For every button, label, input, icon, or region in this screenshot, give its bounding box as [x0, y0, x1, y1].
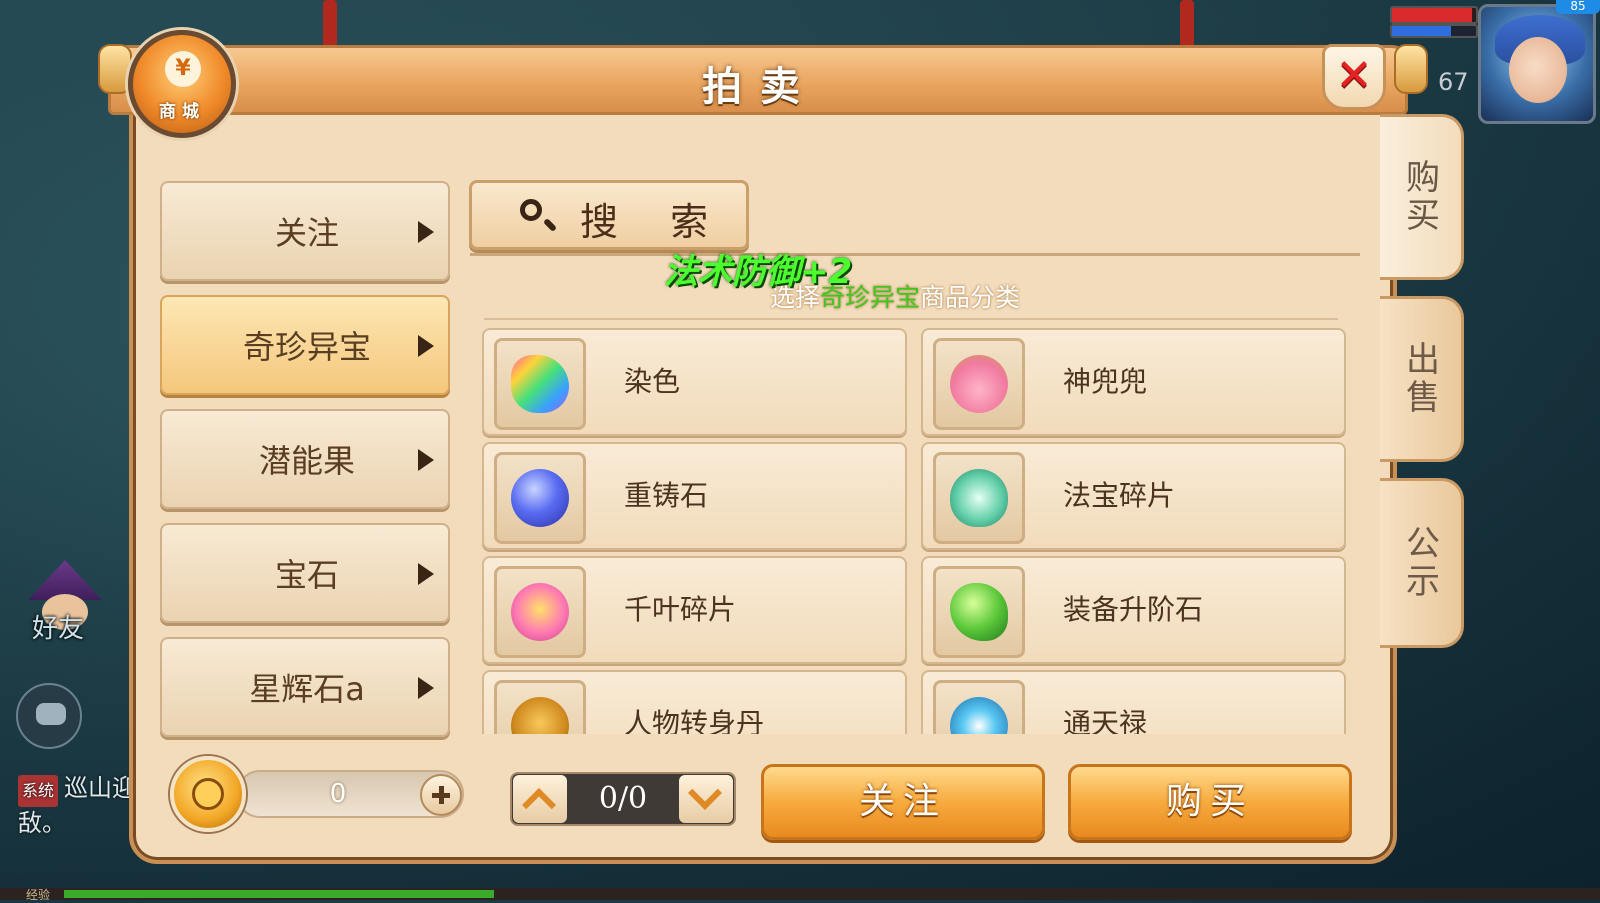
- system-message: 系统 巡山迎敌。: [18, 772, 138, 839]
- item-grid[interactable]: 染色 神兜兜 重铸石 法宝碎片 千叶碎片 装备升阶石 人物转身丹 通天禄: [480, 326, 1350, 734]
- bagua-icon: [950, 697, 1008, 734]
- player-level: 67: [1438, 68, 1469, 96]
- category-treasures[interactable]: 奇珍异宝: [160, 295, 450, 395]
- arrow-right-icon: [418, 335, 434, 357]
- background-pillar: [1180, 0, 1194, 48]
- item-name: 通天禄: [1063, 707, 1148, 734]
- friend-label: 好友: [32, 614, 85, 644]
- category-follow[interactable]: 关注: [160, 181, 450, 281]
- item-name: 法宝碎片: [1063, 479, 1176, 512]
- item-name: 人物转身丹: [624, 707, 765, 734]
- category-label: 潜能果: [258, 442, 355, 480]
- item-icon-frame: [494, 680, 586, 734]
- background-pillar: [323, 0, 337, 48]
- item-name: 装备升阶石: [1063, 593, 1204, 626]
- category-gems[interactable]: 宝石: [160, 523, 450, 623]
- item-name: 染色: [624, 365, 681, 398]
- follow-button[interactable]: 关注: [761, 764, 1045, 840]
- page-stepper: 0/0: [510, 772, 736, 826]
- buy-button[interactable]: 购买: [1068, 764, 1352, 840]
- title-ornament-left: [98, 44, 132, 94]
- item-name: 重铸石: [624, 479, 709, 512]
- search-icon: [520, 199, 542, 221]
- item-icon-frame: [933, 338, 1025, 430]
- item-upgrade-stone[interactable]: 装备升阶石: [921, 556, 1346, 664]
- top-badge: 85: [1556, 0, 1600, 14]
- buy-button-label: 购买: [1165, 781, 1254, 822]
- item-tongtian-lu[interactable]: 通天禄: [921, 670, 1346, 734]
- green-gem-icon: [950, 583, 1008, 641]
- chat-icon[interactable]: [16, 683, 82, 749]
- tab-buy-label: 购买: [1399, 159, 1440, 235]
- shop-label: 商城: [159, 102, 205, 122]
- category-potential-fruit[interactable]: 潜能果: [160, 409, 450, 509]
- exp-fill: [64, 890, 495, 898]
- item-name: 千叶碎片: [624, 593, 737, 626]
- category-label: 星辉石a: [249, 670, 365, 708]
- shop-button[interactable]: ¥ 商城: [128, 30, 236, 138]
- item-pig-doll[interactable]: 神兜兜: [921, 328, 1346, 436]
- dye-gem-icon: [511, 355, 569, 413]
- divider: [470, 253, 1360, 256]
- item-treasure-shard[interactable]: 法宝碎片: [921, 442, 1346, 550]
- hp-fill: [1392, 8, 1472, 22]
- mp-fill: [1392, 26, 1451, 36]
- item-icon-frame: [933, 566, 1025, 658]
- item-dye[interactable]: 染色: [482, 328, 907, 436]
- golden-pine-icon: [511, 697, 569, 734]
- category-starstone[interactable]: 星辉石a: [160, 637, 450, 737]
- arrow-right-icon: [418, 221, 434, 243]
- exp-label: 经验: [26, 888, 51, 902]
- category-label: 关注: [274, 214, 339, 252]
- item-icon-frame: [494, 452, 586, 544]
- floating-buff-text: 法术防御+2: [664, 252, 853, 292]
- item-icon-frame: [494, 338, 586, 430]
- category-label: 宝石: [274, 556, 339, 594]
- exp-bar: [0, 888, 1600, 900]
- system-tag: 系统: [18, 775, 59, 807]
- page-up-button[interactable]: [513, 775, 567, 823]
- pig-doll-icon: [950, 355, 1008, 413]
- arrow-right-icon: [418, 449, 434, 471]
- divider: [484, 318, 1338, 320]
- hint-suffix: 商品分类: [920, 283, 1021, 312]
- page-indicator: 0/0: [598, 781, 648, 816]
- item-recast-stone[interactable]: 重铸石: [482, 442, 907, 550]
- friend-button[interactable]: 好友: [20, 560, 110, 650]
- arrow-right-icon: [418, 677, 434, 699]
- follow-button-label: 关注: [858, 781, 947, 822]
- search-label: 搜 索: [580, 200, 729, 244]
- search-button[interactable]: 搜 索: [469, 180, 749, 250]
- tab-notice[interactable]: 公示: [1380, 478, 1464, 648]
- tab-notice-label: 公示: [1399, 525, 1440, 601]
- money-bag-icon: ¥: [165, 51, 201, 87]
- portrait-face: [1509, 37, 1567, 103]
- blue-orb-icon: [511, 469, 569, 527]
- coin-face-icon: [192, 778, 224, 810]
- close-icon: ✕: [1335, 50, 1373, 101]
- item-thousand-leaf-shard[interactable]: 千叶碎片: [482, 556, 907, 664]
- mp-bar: [1390, 24, 1478, 38]
- hp-bar: [1390, 6, 1478, 24]
- close-button[interactable]: ✕: [1322, 44, 1386, 110]
- item-name: 神兜兜: [1063, 365, 1148, 398]
- category-label: 奇珍异宝: [242, 328, 371, 366]
- money-value: 0: [329, 779, 347, 809]
- tab-buy[interactable]: 购买: [1380, 114, 1464, 280]
- treasure-shard-icon: [950, 469, 1008, 527]
- add-currency-button[interactable]: [420, 774, 462, 816]
- tab-sell[interactable]: 出售: [1380, 296, 1464, 462]
- item-icon-frame: [933, 680, 1025, 734]
- tab-sell-label: 出售: [1399, 341, 1440, 417]
- arrow-right-icon: [418, 563, 434, 585]
- currency-coin-icon: [170, 756, 246, 832]
- page-title: 拍卖: [702, 64, 818, 110]
- item-icon-frame: [494, 566, 586, 658]
- player-portrait[interactable]: [1478, 4, 1596, 124]
- item-icon-frame: [933, 452, 1025, 544]
- item-rebirth-pill[interactable]: 人物转身丹: [482, 670, 907, 734]
- candy-lollipop-icon: [511, 583, 569, 641]
- title-ornament-right: [1394, 44, 1428, 94]
- page-down-button[interactable]: [679, 775, 733, 823]
